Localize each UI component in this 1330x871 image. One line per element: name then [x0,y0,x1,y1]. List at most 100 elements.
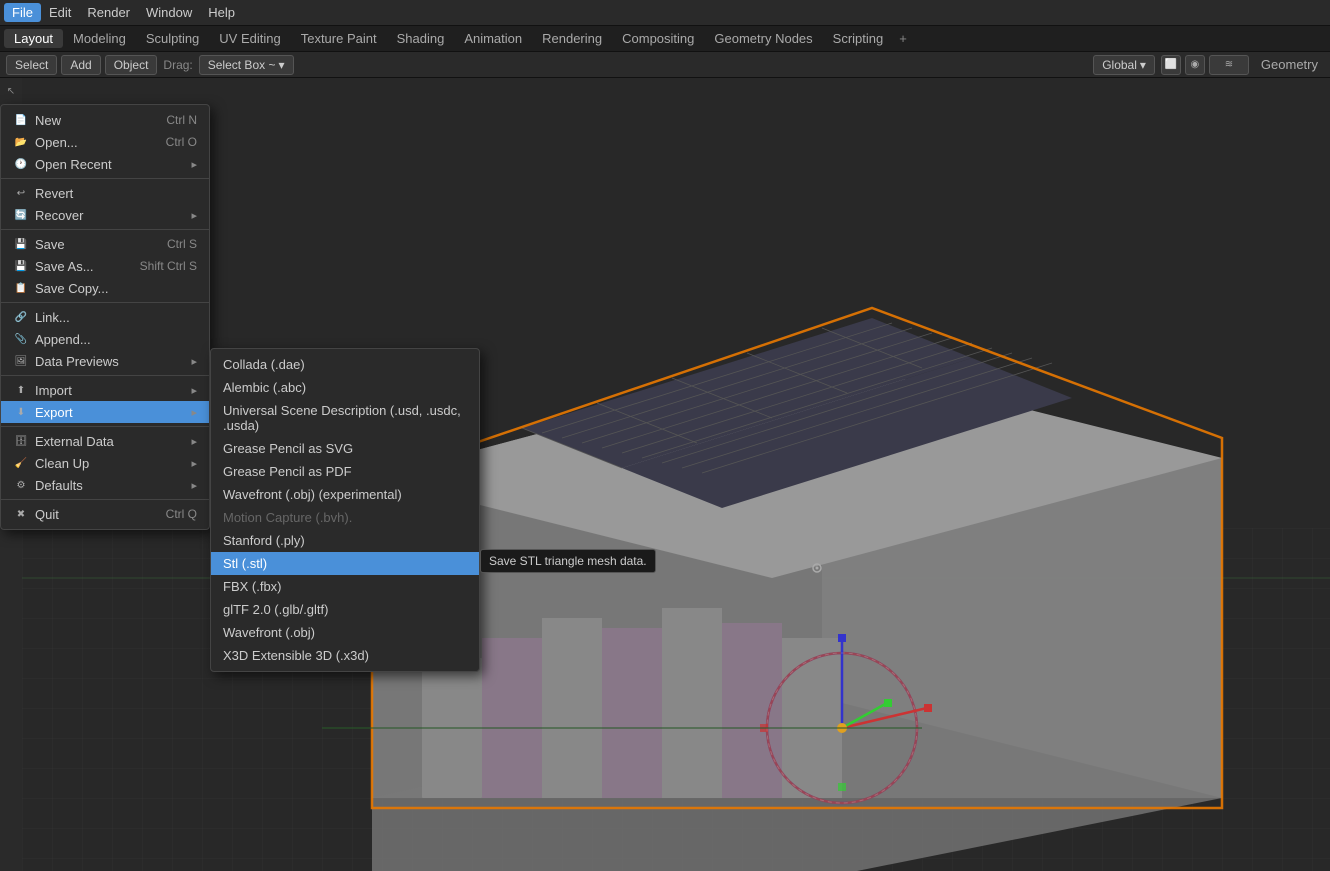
copy-icon: 📋 [13,280,29,296]
export-wavefront-exp[interactable]: Wavefront (.obj) (experimental) [211,483,479,506]
export-wavefront[interactable]: Wavefront (.obj) [211,621,479,644]
submenu-arrow5: ▸ [191,406,197,419]
tab-compositing[interactable]: Compositing [612,29,704,48]
open-icon: 📂 [13,134,29,150]
viewport-area: ↖ ✛ ↻ ⤢ ⊞ ✏ 📐 ⬛ 📷 [0,78,1330,871]
new-icon: 📄 [13,112,29,128]
menu-save-copy[interactable]: 📋 Save Copy... [1,277,209,299]
export-alembic[interactable]: Alembic (.abc) [211,376,479,399]
export-stl[interactable]: Stl (.stl) [211,552,479,575]
submenu-arrow: ▸ [191,158,197,171]
export-submenu: Collada (.dae) Alembic (.abc) Universal … [210,348,480,672]
tab-animation[interactable]: Animation [454,29,532,48]
add-workspace-button[interactable]: + [893,29,913,48]
submenu-arrow2: ▸ [191,209,197,222]
tab-scripting[interactable]: Scripting [823,29,894,48]
external-icon: 🗄 [13,433,29,449]
global-button[interactable]: Global ▾ [1093,55,1155,75]
export-collada[interactable]: Collada (.dae) [211,353,479,376]
separator5 [1,426,209,427]
render-menu-item[interactable]: Render [79,3,138,22]
menu-recover[interactable]: 🔄 Recover ▸ [1,204,209,226]
append-icon: 📎 [13,331,29,347]
tab-uv-editing[interactable]: UV Editing [209,29,290,48]
add-button[interactable]: Add [61,55,100,75]
export-x3d[interactable]: X3D Extensible 3D (.x3d) [211,644,479,667]
viewport-controls: ⬜ ◉ ≋ [1161,55,1249,75]
top-menubar: File Edit Render Window Help [0,0,1330,26]
menu-open[interactable]: 📂 Open... Ctrl O [1,131,209,153]
window-menu-item[interactable]: Window [138,3,200,22]
tab-modeling[interactable]: Modeling [63,29,136,48]
submenu-arrow4: ▸ [191,384,197,397]
revert-icon: ↩ [13,185,29,201]
separator4 [1,375,209,376]
geometry-nodes-tab-label[interactable]: Geometry [1255,55,1324,74]
export-grease-pencil-pdf[interactable]: Grease Pencil as PDF [211,460,479,483]
menu-data-previews[interactable]: 🖼 Data Previews ▸ [1,350,209,372]
recent-icon: 🕐 [13,156,29,172]
tab-shading[interactable]: Shading [387,29,455,48]
menu-open-recent[interactable]: 🕐 Open Recent ▸ [1,153,209,175]
menu-save-as[interactable]: 💾 Save As... Shift Ctrl S [1,255,209,277]
tab-rendering[interactable]: Rendering [532,29,612,48]
separator6 [1,499,209,500]
edit-menu-item[interactable]: Edit [41,3,79,22]
select-box-button[interactable]: Select Box ~ ▾ [199,55,294,75]
menu-external-data[interactable]: 🗄 External Data ▸ [1,430,209,452]
menu-save[interactable]: 💾 Save Ctrl S [1,233,209,255]
menu-append[interactable]: 📎 Append... [1,328,209,350]
toolbar-left-group: Select Add Object [6,55,157,75]
export-stanford[interactable]: Stanford (.ply) [211,529,479,552]
export-fbx[interactable]: FBX (.fbx) [211,575,479,598]
import-icon: ⬆ [13,382,29,398]
viewport-shading-btn2[interactable]: ◉ [1185,55,1205,75]
viewport-overlay-btn[interactable]: ≋ [1209,55,1249,75]
help-menu-item[interactable]: Help [200,3,243,22]
save-icon: 💾 [13,236,29,252]
export-motion-capture: Motion Capture (.bvh). [211,506,479,529]
separator3 [1,302,209,303]
tab-texture-paint[interactable]: Texture Paint [291,29,387,48]
menu-revert[interactable]: ↩ Revert [1,182,209,204]
menu-export[interactable]: ⬇ Export ▸ [1,401,209,423]
export-gltf[interactable]: glTF 2.0 (.glb/.gltf) [211,598,479,621]
submenu-arrow7: ▸ [191,457,197,470]
tab-geometry-nodes[interactable]: Geometry Nodes [704,29,822,48]
quit-icon: ✖ [13,506,29,522]
sidebar-icon-cursor[interactable]: ↖ [2,82,20,100]
menu-new[interactable]: 📄 New Ctrl N [1,109,209,131]
viewport-toolbar: Select Add Object Drag: Select Box ~ ▾ G… [0,52,1330,78]
recover-icon: 🔄 [13,207,29,223]
tab-sculpting[interactable]: Sculpting [136,29,209,48]
export-usd[interactable]: Universal Scene Description (.usd, .usdc… [211,399,479,437]
previews-icon: 🖼 [13,353,29,369]
drag-label: Drag: [163,58,192,72]
menu-quit[interactable]: ✖ Quit Ctrl Q [1,503,209,525]
toolbar-right-group: Global ▾ ⬜ ◉ ≋ Geometry [1093,55,1324,75]
export-grease-pencil-svg[interactable]: Grease Pencil as SVG [211,437,479,460]
global-label: Global [1102,58,1137,72]
menu-import[interactable]: ⬆ Import ▸ [1,379,209,401]
file-menu-item[interactable]: File [4,3,41,22]
separator2 [1,229,209,230]
menu-link[interactable]: 🔗 Link... [1,306,209,328]
chevron-down-icon: ▾ [278,58,284,72]
select-box-label: Select Box ~ [208,58,276,72]
cleanup-icon: 🧹 [13,455,29,471]
chevron-down-icon2: ▾ [1140,58,1146,72]
menu-clean-up[interactable]: 🧹 Clean Up ▸ [1,452,209,474]
menu-defaults[interactable]: ⚙ Defaults ▸ [1,474,209,496]
export-icon: ⬇ [13,404,29,420]
separator1 [1,178,209,179]
defaults-icon: ⚙ [13,477,29,493]
stl-tooltip: Save STL triangle mesh data. [480,549,656,573]
object-button[interactable]: Object [105,55,158,75]
select-button[interactable]: Select [6,55,57,75]
tab-layout[interactable]: Layout [4,29,63,48]
submenu-arrow3: ▸ [191,355,197,368]
save-as-icon: 💾 [13,258,29,274]
link-icon: 🔗 [13,309,29,325]
viewport-shading-btn1[interactable]: ⬜ [1161,55,1181,75]
submenu-arrow6: ▸ [191,435,197,448]
